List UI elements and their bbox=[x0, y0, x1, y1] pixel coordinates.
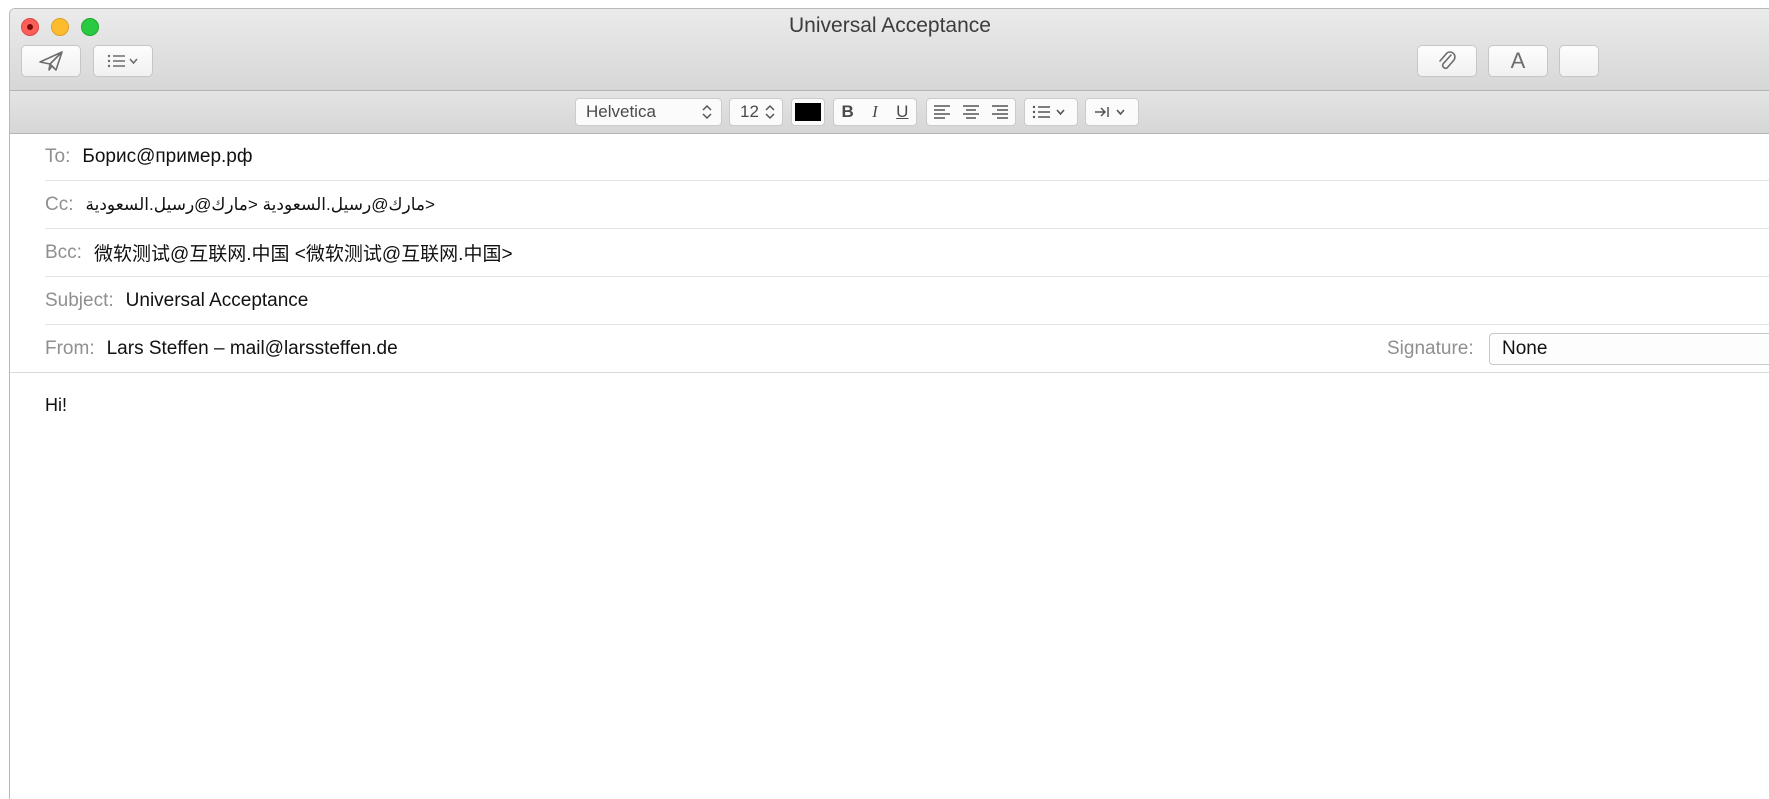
indent-button[interactable] bbox=[1085, 98, 1139, 126]
text-color-swatch bbox=[795, 103, 821, 121]
format-bar: Helvetica 12 B I U bbox=[10, 91, 1769, 134]
align-right-icon[interactable] bbox=[990, 104, 1010, 120]
bcc-value[interactable]: 微软测试@互联网.中国 <微软测试@互联网.中国> bbox=[94, 239, 513, 266]
stepper-icon bbox=[702, 104, 712, 120]
header-divider bbox=[10, 372, 1769, 373]
cc-label: Cc: bbox=[45, 193, 74, 215]
align-center-icon[interactable] bbox=[961, 104, 981, 120]
subject-value[interactable]: Universal Acceptance bbox=[126, 290, 309, 312]
stepper-icon bbox=[765, 104, 775, 120]
to-label: To: bbox=[45, 145, 71, 167]
indent-icon bbox=[1095, 107, 1125, 117]
toolbar-extra-button[interactable] bbox=[1559, 45, 1599, 77]
message-body[interactable]: Hi! bbox=[45, 395, 67, 416]
font-size-select[interactable]: 12 bbox=[729, 98, 783, 126]
font-family-value: Helvetica bbox=[586, 102, 656, 121]
signature-value: None bbox=[1502, 338, 1548, 359]
text-style-group: B I U bbox=[833, 98, 917, 126]
cc-field-row[interactable]: Cc: مارك@رسيل.السعودية <مارك@رسيل.السعود… bbox=[45, 181, 1769, 229]
bullet-list-icon bbox=[1032, 105, 1065, 119]
font-family-select[interactable]: Helvetica bbox=[575, 98, 722, 126]
fonts-button[interactable]: A bbox=[1488, 45, 1548, 77]
compose-window: Universal Acceptance A Helvetica 12 B I … bbox=[9, 8, 1769, 799]
bold-button[interactable]: B bbox=[834, 102, 861, 122]
to-field-row[interactable]: To: Борис@пример.рф bbox=[45, 133, 1769, 181]
list-chevron-icon bbox=[107, 54, 138, 68]
from-value[interactable]: Lars Steffen – mail@larssteffen.de bbox=[107, 338, 398, 360]
signature-label: Signature: bbox=[1387, 337, 1474, 359]
subject-label: Subject: bbox=[45, 289, 114, 311]
italic-button[interactable]: I bbox=[861, 102, 888, 122]
subject-field-row[interactable]: Subject: Universal Acceptance bbox=[45, 277, 1769, 325]
underline-button[interactable]: U bbox=[889, 102, 916, 122]
title-bar: Universal Acceptance A bbox=[10, 9, 1769, 91]
list-style-button[interactable] bbox=[1024, 98, 1078, 126]
bcc-field-row[interactable]: Bcc: 微软测试@互联网.中国 <微软测试@互联网.中国> bbox=[45, 229, 1769, 277]
cc-value[interactable]: مارك@رسيل.السعودية <مارك@رسيل.السعودية> bbox=[86, 195, 435, 215]
to-value[interactable]: Борис@пример.рф bbox=[82, 146, 252, 168]
from-field-row: From: Lars Steffen – mail@larssteffen.de… bbox=[45, 325, 1769, 373]
paper-plane-icon bbox=[39, 51, 63, 71]
text-color-well[interactable] bbox=[791, 98, 825, 126]
font-size-value: 12 bbox=[740, 102, 759, 121]
send-button[interactable] bbox=[21, 45, 81, 77]
window-title: Universal Acceptance bbox=[789, 14, 991, 37]
align-left-icon[interactable] bbox=[932, 104, 952, 120]
attach-button[interactable] bbox=[1417, 45, 1477, 77]
from-label: From: bbox=[45, 337, 95, 359]
paperclip-icon bbox=[1439, 51, 1456, 70]
signature-select[interactable]: None bbox=[1489, 333, 1769, 365]
header-fields-button[interactable] bbox=[93, 45, 153, 77]
bcc-label: Bcc: bbox=[45, 241, 82, 263]
alignment-group bbox=[926, 98, 1016, 126]
